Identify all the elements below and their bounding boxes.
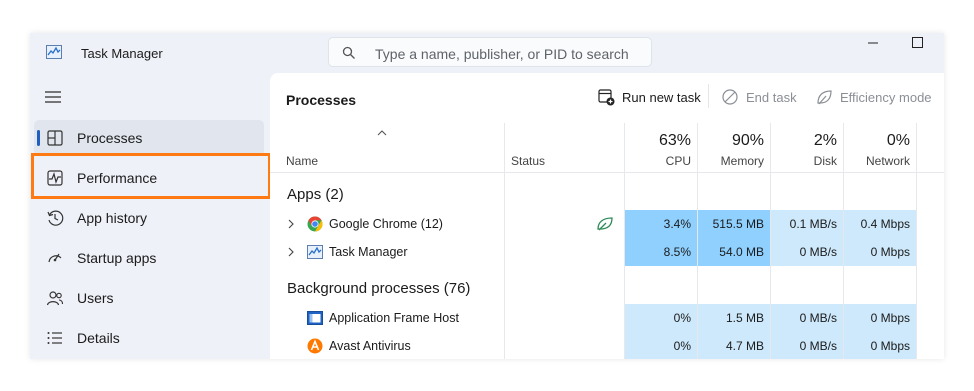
disk-header-label: Disk — [813, 154, 837, 168]
sidebar-item-label: Users — [77, 290, 114, 306]
end-task-icon — [722, 89, 738, 105]
header-divider — [270, 172, 944, 173]
table-row[interactable]: Application Frame Host 0% 1.5 MB 0 MB/s … — [270, 304, 944, 332]
active-indicator — [37, 130, 40, 146]
processes-panel: Processes Run new task End task Efficien… — [270, 73, 944, 359]
end-task-label: End task — [746, 90, 797, 105]
expand-chevron-icon[interactable] — [288, 219, 294, 229]
avast-icon — [307, 338, 323, 354]
details-icon — [47, 332, 62, 344]
network-header-label: Network — [865, 154, 910, 168]
sidebar-item-label: Startup apps — [77, 250, 157, 266]
column-header-network[interactable]: 0% Network — [844, 123, 916, 172]
users-icon — [46, 291, 64, 306]
sidebar-item-label: Processes — [77, 130, 143, 146]
network-cell: 0 Mbps — [844, 332, 916, 359]
application-frame-host-icon — [307, 311, 323, 325]
chrome-icon — [307, 216, 323, 232]
memory-cell: 54.0 MB — [698, 238, 770, 266]
maximize-icon[interactable] — [912, 37, 923, 48]
process-name: Task Manager — [329, 245, 408, 259]
memory-cell: 4.7 MB — [698, 332, 770, 359]
memory-header-label: Memory — [720, 154, 764, 168]
memory-total-percent: 90% — [731, 132, 764, 149]
column-header-status[interactable]: Status — [511, 154, 545, 168]
cpu-cell: 0% — [625, 304, 697, 332]
title-bar: Task Manager Type a name, publisher, or … — [30, 33, 944, 73]
group-header-background: Background processes (76) — [287, 280, 471, 297]
sidebar-item-label: App history — [77, 210, 148, 226]
task-manager-window: Task Manager Type a name, publisher, or … — [30, 33, 944, 359]
processes-highlight-box — [31, 153, 271, 199]
disk-cell: 0.1 MB/s — [771, 210, 843, 238]
search-placeholder: Type a name, publisher, or PID to search — [375, 46, 629, 62]
hamburger-menu-icon[interactable] — [44, 90, 62, 104]
processes-icon — [47, 130, 63, 146]
network-cell: 0 Mbps — [844, 304, 916, 332]
search-icon — [342, 46, 355, 59]
sort-ascending-icon[interactable] — [377, 130, 387, 136]
memory-cell: 515.5 MB — [698, 210, 770, 238]
cpu-cell: 0% — [625, 332, 697, 359]
cpu-cell: 8.5% — [625, 238, 697, 266]
column-header-memory[interactable]: 90% Memory — [698, 123, 770, 172]
disk-total-percent: 2% — [813, 132, 837, 149]
process-name: Avast Antivirus — [329, 339, 411, 353]
run-new-task-icon — [598, 89, 615, 106]
sidebar-item-processes[interactable]: Processes — [34, 120, 264, 156]
process-name: Application Frame Host — [329, 311, 459, 325]
window-title: Task Manager — [81, 46, 163, 61]
efficiency-mode-status-icon — [597, 217, 613, 231]
table-row[interactable]: Google Chrome (12) 3.4% 515.5 MB 0.1 MB/… — [270, 210, 944, 238]
network-total-percent: 0% — [886, 132, 910, 149]
efficiency-leaf-icon — [817, 90, 832, 105]
table-row[interactable]: Task Manager 8.5% 54.0 MB 0 MB/s 0 Mbps — [270, 238, 944, 266]
sidebar-item-startup-apps[interactable]: Startup apps — [34, 240, 264, 276]
memory-cell: 1.5 MB — [698, 304, 770, 332]
cpu-header-label: CPU — [665, 154, 691, 168]
app-history-icon — [47, 210, 64, 226]
search-input[interactable]: Type a name, publisher, or PID to search — [328, 37, 652, 67]
run-new-task-label: Run new task — [622, 90, 701, 105]
expand-chevron-icon[interactable] — [288, 247, 294, 257]
cpu-total-percent: 63% — [658, 132, 691, 149]
table-row[interactable]: Avast Antivirus 0% 4.7 MB 0 MB/s 0 Mbps — [270, 332, 944, 359]
toolbar-divider — [708, 84, 709, 108]
sidebar-item-users[interactable]: Users — [34, 280, 264, 316]
network-cell: 0.4 Mbps — [844, 210, 916, 238]
disk-cell: 0 MB/s — [771, 304, 843, 332]
toolbar: Processes Run new task End task Efficien… — [270, 73, 944, 123]
sidebar: Processes Performance App history Startu… — [30, 73, 271, 359]
process-table: Name Status 63% CPU 90% Memory 2% Disk 0… — [270, 123, 944, 359]
disk-cell: 0 MB/s — [771, 332, 843, 359]
startup-apps-icon — [48, 253, 62, 263]
efficiency-mode-label: Efficiency mode — [840, 90, 932, 105]
sidebar-item-label: Details — [77, 330, 120, 346]
column-header-disk[interactable]: 2% Disk — [771, 123, 843, 172]
column-header-cpu[interactable]: 63% CPU — [625, 123, 697, 172]
task-manager-app-icon — [46, 45, 62, 59]
disk-cell: 0 MB/s — [771, 238, 843, 266]
sidebar-item-app-history[interactable]: App history — [34, 200, 264, 236]
page-title: Processes — [286, 92, 357, 108]
sidebar-item-details[interactable]: Details — [34, 320, 264, 356]
cpu-cell: 3.4% — [625, 210, 697, 238]
process-name: Google Chrome (12) — [329, 217, 443, 231]
network-cell: 0 Mbps — [844, 238, 916, 266]
column-header-name[interactable]: Name — [286, 154, 318, 168]
task-manager-icon — [307, 245, 323, 259]
group-header-apps: Apps (2) — [287, 186, 344, 203]
minimize-icon[interactable] — [867, 37, 879, 49]
